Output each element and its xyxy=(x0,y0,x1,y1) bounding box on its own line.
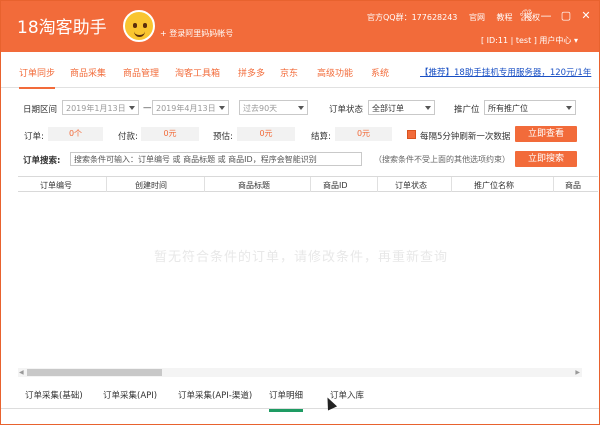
login-alimama-link[interactable]: + 登录阿里妈妈帐号 xyxy=(160,28,233,39)
promo-link[interactable]: 【推荐】18助手挂机专用服务器，120元/1年 xyxy=(420,66,600,78)
dropdown-arrow-icon xyxy=(219,106,225,110)
main-nav: 订单同步 商品采集 商品管理 淘客工具箱 拼多多 京东 高级功能 系统 【推荐】… xyxy=(1,52,600,89)
col-product-more[interactable]: 商品 xyxy=(565,180,581,191)
tab-pinduoduo[interactable]: 拼多多 xyxy=(238,66,265,79)
promo-position-select[interactable]: 所有推广位 xyxy=(484,100,576,115)
app-title: 18淘客助手 xyxy=(17,18,107,38)
date-to-value: 2019年4月13日 xyxy=(156,104,216,113)
tab-product-manage[interactable]: 商品管理 xyxy=(123,66,159,79)
date-from-value: 2019年1月13日 xyxy=(66,104,126,113)
tab-jd[interactable]: 京东 xyxy=(280,66,298,79)
orders-table-header: 订单编号 创建时间 商品标题 商品ID 订单状态 推广位名称 商品 xyxy=(18,176,598,192)
horizontal-scrollbar[interactable]: ◀ ▶ xyxy=(18,368,582,377)
dropdown-arrow-icon xyxy=(298,106,304,110)
orders-label: 订单: xyxy=(24,132,44,142)
dropdown-arrow-icon xyxy=(566,106,572,110)
maximize-icon[interactable]: ▢ xyxy=(556,8,576,24)
col-promo-name[interactable]: 推广位名称 xyxy=(474,180,514,191)
promo-position-value: 所有推广位 xyxy=(488,104,528,113)
estimate-label: 预估: xyxy=(213,132,233,142)
dropdown-arrow-icon xyxy=(129,106,135,110)
tutorial-link[interactable]: 教程 xyxy=(497,13,513,22)
dropdown-arrow-icon xyxy=(425,106,431,110)
btab-collect-basic[interactable]: 订单采集(基础) xyxy=(25,389,83,401)
paid-amount: 0元 xyxy=(141,127,199,141)
search-hint: （搜索条件不受上面的其他选项约束） xyxy=(374,155,510,164)
view-now-button[interactable]: 立即查看 xyxy=(515,126,577,142)
home-link[interactable]: 官网 xyxy=(469,13,485,22)
col-order-id[interactable]: 订单编号 xyxy=(40,180,72,191)
scrollbar-thumb[interactable] xyxy=(27,369,162,376)
mascot-avatar-icon[interactable] xyxy=(123,10,155,42)
btab-collect-api-channel[interactable]: 订单采集(API-渠道) xyxy=(178,389,252,401)
scroll-left-icon[interactable]: ◀ xyxy=(19,369,24,376)
btab-order-import[interactable]: 订单入库 xyxy=(330,389,364,401)
promo-position-label: 推广位 xyxy=(454,105,480,115)
range-preset-value: 过去90天 xyxy=(243,104,278,113)
tools-icon[interactable]: 🛠 xyxy=(516,8,536,24)
estimate-amount: 0元 xyxy=(237,127,295,141)
col-created-time[interactable]: 创建时间 xyxy=(135,180,167,191)
order-search-input[interactable]: 搜索条件可输入：订单编号 或 商品标题 或 商品ID，程序会智能识别 xyxy=(70,152,362,166)
minimize-icon[interactable]: — xyxy=(536,8,556,24)
title-bar: 18淘客助手 + 登录阿里妈妈帐号 官方QQ群：177628243 官网 教程 … xyxy=(1,1,599,52)
scroll-right-icon[interactable]: ▶ xyxy=(575,369,580,376)
order-status-select[interactable]: 全部订单 xyxy=(368,100,435,115)
date-range-label: 日期区间 xyxy=(23,105,58,115)
settle-amount: 0元 xyxy=(335,127,392,141)
col-product-id[interactable]: 商品ID xyxy=(323,180,348,191)
date-separator: — xyxy=(143,103,152,113)
bottom-tabs: 订单采集(基础) 订单采集(API) 订单采集(API-渠道) 订单明细 订单入… xyxy=(1,379,599,412)
tab-product-collect[interactable]: 商品采集 xyxy=(70,66,106,79)
range-preset-select[interactable]: 过去90天 xyxy=(239,100,308,115)
tab-toolbox[interactable]: 淘客工具箱 xyxy=(175,66,220,79)
tab-system[interactable]: 系统 xyxy=(371,66,389,79)
order-search-label: 订单搜索: xyxy=(23,156,61,166)
empty-table-message: 暂无符合条件的订单，请修改条件，再重新查询 xyxy=(153,250,448,265)
app-window: 18淘客助手 + 登录阿里妈妈帐号 官方QQ群：177628243 官网 教程 … xyxy=(0,0,600,425)
auto-refresh-label: 每隔5分钟刷新一次数据 xyxy=(420,132,511,142)
orders-count: 0个 xyxy=(48,127,103,141)
tab-order-sync[interactable]: 订单同步 xyxy=(19,66,56,89)
search-now-button[interactable]: 立即搜索 xyxy=(515,151,577,167)
auto-refresh-checkbox[interactable] xyxy=(407,130,416,139)
qq-group-text: 官方QQ群：177628243 xyxy=(367,13,458,22)
col-product-title[interactable]: 商品标题 xyxy=(238,180,270,191)
settle-label: 结算: xyxy=(311,132,331,142)
close-icon[interactable]: ✕ xyxy=(576,8,596,24)
date-from-picker[interactable]: 2019年1月13日 xyxy=(62,100,139,115)
user-center-link[interactable]: [ ID:11 | test ] 用户中心 ▾ xyxy=(481,35,578,46)
tab-advanced[interactable]: 高级功能 xyxy=(317,66,353,79)
date-to-picker[interactable]: 2019年4月13日 xyxy=(152,100,229,115)
paid-label: 付款: xyxy=(118,132,138,142)
order-status-value: 全部订单 xyxy=(372,104,404,113)
col-order-status[interactable]: 订单状态 xyxy=(395,180,427,191)
order-status-label: 订单状态 xyxy=(329,105,364,115)
btab-order-detail[interactable]: 订单明细 xyxy=(269,389,304,412)
btab-collect-api[interactable]: 订单采集(API) xyxy=(103,389,157,401)
